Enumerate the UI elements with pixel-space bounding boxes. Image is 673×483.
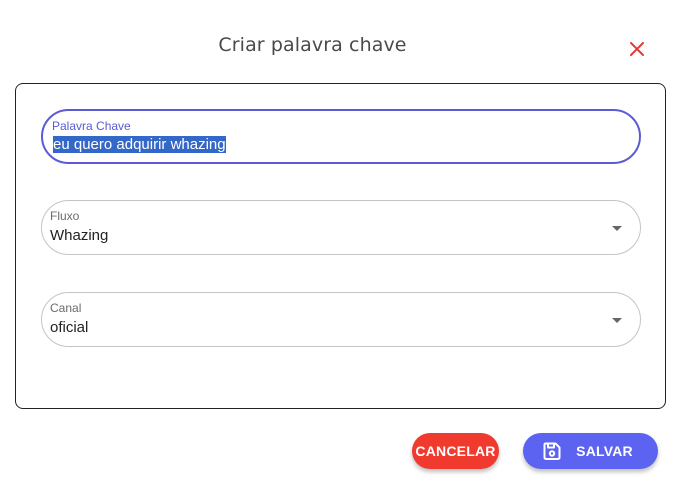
- flow-select-value: Whazing: [50, 227, 109, 244]
- save-button-label: SALVAR: [576, 443, 633, 459]
- keyword-input-value: eu quero adquirir whazing: [53, 136, 226, 153]
- channel-select-value: oficial: [50, 319, 89, 336]
- form-card: Palavra Chave eu quero adquirir whazing …: [15, 83, 666, 409]
- cancel-button-label: CANCELAR: [415, 443, 496, 459]
- close-button[interactable]: [626, 38, 648, 60]
- flow-dropdown-arrow-icon[interactable]: [612, 226, 622, 231]
- flow-select[interactable]: Fluxo Whazing: [41, 200, 641, 255]
- channel-dropdown-arrow-icon[interactable]: [612, 318, 622, 323]
- close-icon: [630, 42, 644, 56]
- dialog-title: Criar palavra chave: [218, 34, 407, 56]
- flow-select-label: Fluxo: [50, 209, 80, 223]
- cancel-button[interactable]: CANCELAR: [412, 433, 499, 469]
- save-button[interactable]: SALVAR: [523, 433, 658, 469]
- channel-select-label: Canal: [50, 301, 82, 315]
- keyword-field-label: Palavra Chave: [52, 119, 131, 133]
- create-keyword-dialog: Criar palavra chave Palavra Chave eu que…: [0, 0, 673, 483]
- keyword-input[interactable]: eu quero adquirir whazing: [53, 136, 226, 153]
- save-icon: [542, 441, 562, 461]
- keyword-field[interactable]: Palavra Chave eu quero adquirir whazing: [41, 109, 641, 164]
- channel-select[interactable]: Canal oficial: [41, 292, 641, 347]
